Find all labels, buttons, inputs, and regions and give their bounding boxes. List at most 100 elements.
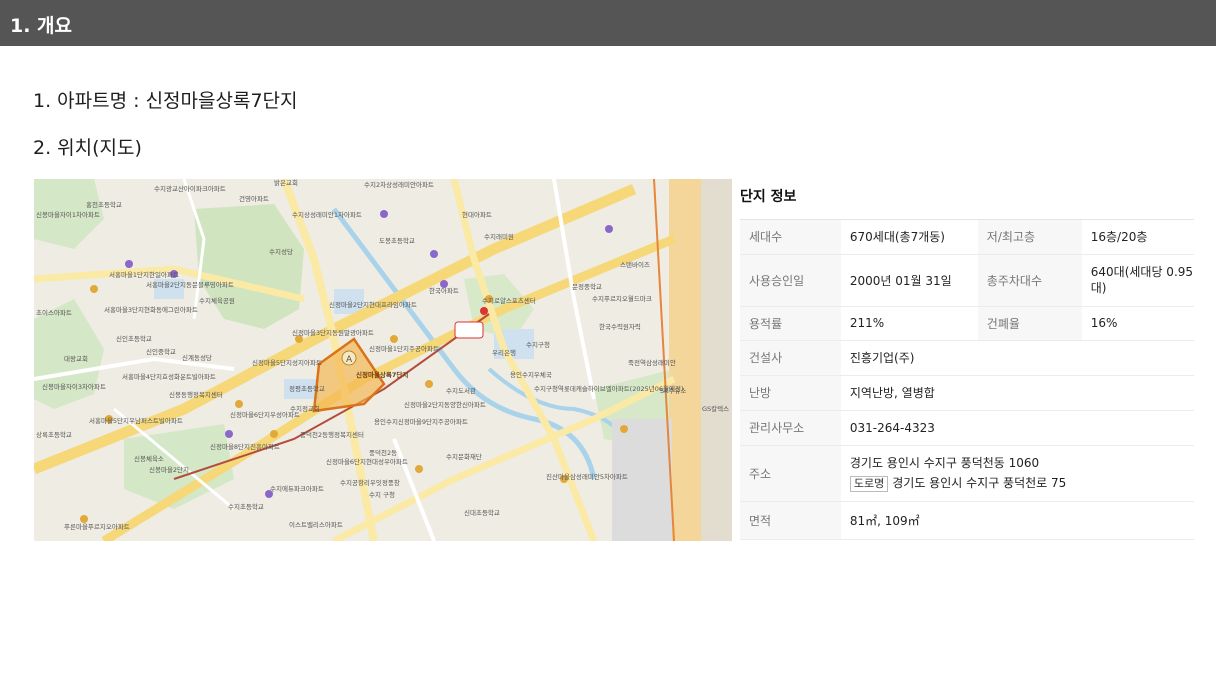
map-label: 수지체육공원 (199, 296, 235, 305)
map-label: 초이스아파트 (36, 308, 72, 317)
map-label: 건영아파트 (239, 194, 269, 203)
map-label: 신봉동행정복지센터 (169, 390, 223, 399)
road-address-tag: 도로명 (849, 476, 889, 492)
office-label: 관리사무소 (740, 410, 841, 446)
map-label: 수지로얄스포츠센터 (482, 296, 536, 305)
map-label: 상록초등학교 (36, 430, 72, 439)
approval-value: 2000년 01월 31일 (840, 254, 978, 307)
approval-label: 사용승인일 (740, 254, 841, 307)
table-row: 사용승인일 2000년 01월 31일 총주차대수 640대(세대당 0.95대… (740, 254, 1194, 307)
builder-value: 진흥기업(주) (840, 340, 1194, 376)
map-label: 풍덕천2동 (369, 448, 397, 457)
complex-info-table: 세대수 670세대(총7개동) 저/최고층 16층/20층 사용승인일 2000… (740, 220, 1194, 540)
bcr-label: 건폐율 (977, 306, 1082, 341)
address-road: 경기도 용인시 수지구 풍덕천로 75 (892, 476, 1067, 490)
map-label: 서홍마을1단지한일아파트 (109, 270, 179, 279)
map-label: 신정마을2단지현대프라임아파트 (329, 300, 417, 309)
apartment-name-item: 1. 아파트명 : 신정마을상록7단지 (33, 90, 298, 112)
map-label: 서홍마을5단지우남퍼스트빌아파트 (89, 416, 183, 425)
map-label: SK주유소 (660, 387, 686, 395)
complex-info-title: 단지 정보 (740, 179, 1194, 220)
address-cell: 경기도 용인시 수지구 풍덕천동 1060 도로명 경기도 용인시 수지구 풍덕천… (840, 445, 1194, 502)
map-label: 용인수지우체국 (510, 370, 552, 379)
map-label: 신계동성당 (182, 353, 212, 362)
parking-value: 640대(세대당 0.95대) (1081, 254, 1194, 307)
map-label: 신대초등학교 (464, 508, 500, 517)
map-label: 수지공항리우잇정풍창 (340, 478, 400, 487)
households-label: 세대수 (740, 220, 841, 255)
map-label: 수지 구청 (369, 490, 395, 499)
location-map[interactable]: A 홍천초등학교 신봉마을자이1차아파트 서홍마을1단지한일아파트 서홍마을2단… (34, 179, 732, 541)
map-label: 서홍마을2단지동문블루밍아파트 (146, 280, 234, 289)
map-label: 우리은행 (492, 348, 516, 357)
map-label: 수지문화재단 (446, 452, 482, 461)
map-label: 수지래미원 (484, 232, 514, 241)
map-label: 밝은교회 (274, 179, 298, 187)
map-label: 신정마을3단지동원말광아파트 (292, 328, 374, 337)
map-label: 도봉초등학교 (379, 236, 415, 245)
map-label: 풍덕천2동행정복지센터 (300, 430, 364, 439)
table-row: 면적 81㎡, 109㎡ (740, 501, 1194, 540)
map-label: 서홍마을4단지효성화운트빌아파트 (122, 372, 216, 381)
section-header-bar: 1. 개요 (0, 0, 1216, 46)
map-label: 수지구청 (526, 340, 550, 349)
address-jibun: 경기도 용인시 수지구 풍덕천동 1060 (849, 456, 1040, 470)
table-row: 세대수 670세대(총7개동) 저/최고층 16층/20층 (740, 220, 1194, 255)
map-label: 푸른마을푸르지오아파트 (64, 522, 130, 531)
map-label: 한국아파트 (429, 286, 459, 295)
map-label: 수지성당 (269, 247, 293, 256)
svg-text:A: A (346, 355, 353, 365)
map-label: 수지초등학교 (228, 502, 264, 511)
map-label: 대왕교회 (64, 354, 88, 363)
map-label: 신봉체육소 (134, 454, 164, 463)
map-label: 수지도서관 (446, 386, 476, 395)
section-title: 1. 개요 (10, 15, 73, 37)
area-label: 면적 (740, 501, 841, 540)
map-label: 신정마을5단지성지아파트 (252, 358, 322, 367)
map-label: 신봉마을자이1차아파트 (36, 210, 100, 219)
map-label: 한국수력원자력 (599, 322, 641, 331)
map-label: 현대아파트 (462, 210, 492, 219)
map-label: 서홍마을3단지현화동에그린아파트 (104, 305, 198, 314)
map-label: 죽전역삼성래미안 (628, 358, 676, 367)
table-row: 관리사무소 031-264-4323 (740, 410, 1194, 446)
map-label: 스탠바이즈 (620, 260, 650, 269)
parking-label: 총주차대수 (977, 254, 1082, 307)
map-label: 신정마을1단지주공아파트 (369, 344, 439, 353)
office-phone: 031-264-4323 (840, 410, 1194, 446)
address-label: 주소 (740, 445, 841, 502)
area-value: 81㎡, 109㎡ (840, 501, 1194, 540)
map-label: 수지푸르지오월드마크 (592, 294, 652, 303)
map-label: 수지2차상성래미안아파트 (364, 180, 434, 189)
map-label: 신인중학교 (146, 347, 176, 356)
map-label: 신인초등학교 (116, 334, 152, 343)
table-row: 건설사 진흥기업(주) (740, 340, 1194, 376)
map-label: 이스트밸리스아파트 (289, 520, 343, 529)
far-value: 211% (840, 306, 978, 341)
households-value: 670세대(총7개동) (840, 220, 978, 255)
map-label: 진산마을삼성래미안5차아파트 (546, 472, 628, 481)
map-label: 신봉마을2단지 (149, 465, 189, 474)
complex-info-panel: 단지 정보 세대수 670세대(총7개동) 저/최고층 16층/20층 사용승인… (740, 179, 1194, 540)
map-label: 신봉마을자이3차아파트 (42, 382, 106, 391)
map-label: 수지정교회 (290, 404, 320, 413)
builder-label: 건설사 (740, 340, 841, 376)
map-label: 문정중학교 (572, 282, 602, 291)
map-label: GS칼텍스 (702, 405, 729, 413)
target-complex-label: 신정마을상록7단지 (356, 370, 408, 379)
table-row: 주소 경기도 용인시 수지구 풍덕천동 1060 도로명 경기도 용인시 수지구 … (740, 445, 1194, 502)
map-label: 용인수지신정마을9단지주공아파트 (374, 417, 468, 426)
location-item: 2. 위치(지도) (33, 137, 142, 159)
heating-value: 지역난방, 열병합 (840, 375, 1194, 411)
map-label: 수지상성래미안1차아파트 (292, 210, 362, 219)
table-row: 용적률 211% 건폐율 16% (740, 306, 1194, 341)
floors-value: 16층/20층 (1081, 220, 1194, 255)
far-label: 용적률 (740, 306, 841, 341)
map-label: 홍천초등학교 (86, 200, 122, 209)
map-label: 신정마을8단지진흥아파트 (210, 442, 280, 451)
address-road-line: 도로명 경기도 용인시 수지구 풍덕천로 75 (849, 473, 1194, 493)
map-label: 수지광교산아이파크아파트 (154, 184, 226, 193)
table-row: 난방 지역난방, 열병합 (740, 375, 1194, 411)
map-label: 신정마을6단지현대성우아파트 (326, 457, 408, 466)
map-label: 정평초등학교 (289, 384, 325, 393)
